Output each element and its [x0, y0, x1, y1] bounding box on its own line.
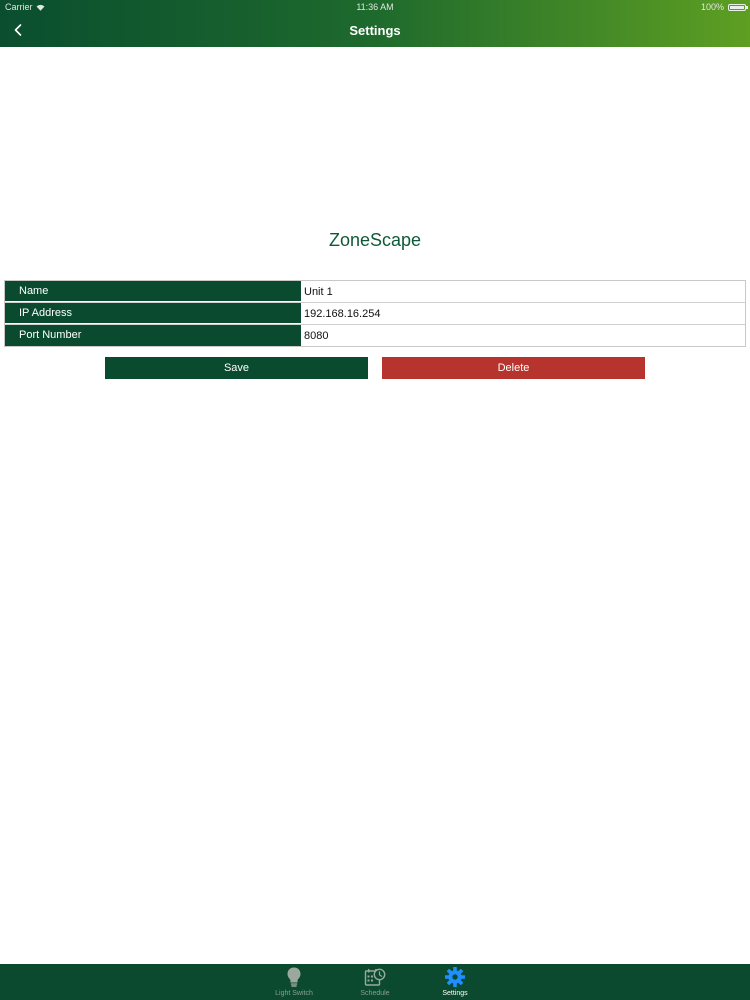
battery-percentage: 100%: [700, 2, 724, 12]
name-label: Name: [5, 281, 301, 302]
form-row-ip-address: IP Address: [5, 303, 745, 325]
tab-bar: Light Switch Schedule Settings: [0, 964, 750, 1000]
tab-schedule[interactable]: Schedule: [340, 964, 410, 1000]
settings-form: Name IP Address Port Number: [4, 280, 746, 347]
status-right: 100%: [700, 0, 748, 14]
port-number-field[interactable]: [301, 325, 745, 346]
tab-label-schedule: Schedule: [360, 990, 390, 997]
tab-settings[interactable]: Settings: [420, 964, 490, 1000]
lightbulb-icon: [287, 967, 301, 987]
ip-address-field[interactable]: [301, 303, 745, 324]
save-button[interactable]: Save: [105, 357, 368, 379]
app-title: ZoneScape: [328, 230, 422, 250]
tab-light-switch[interactable]: Light Switch: [259, 964, 329, 1000]
calendar-clock-icon: [364, 968, 386, 986]
name-field[interactable]: [301, 281, 745, 302]
status-time: 11:36 AM: [356, 2, 394, 12]
delete-button[interactable]: Delete: [382, 357, 645, 379]
status-bar: Carrier 11:36 AM 100%: [0, 0, 750, 14]
battery-icon: [728, 3, 748, 11]
ip-address-label: IP Address: [5, 303, 301, 324]
tab-label-light-switch: Light Switch: [275, 990, 313, 997]
form-row-port-number: Port Number: [5, 325, 745, 346]
gear-icon: [445, 967, 465, 987]
navigation-header: Carrier 11:36 AM 100% Settings: [0, 0, 750, 47]
tab-label-settings: Settings: [442, 990, 468, 997]
port-number-label: Port Number: [5, 325, 301, 346]
page-title: Settings: [349, 23, 401, 38]
form-row-name: Name: [5, 281, 745, 303]
